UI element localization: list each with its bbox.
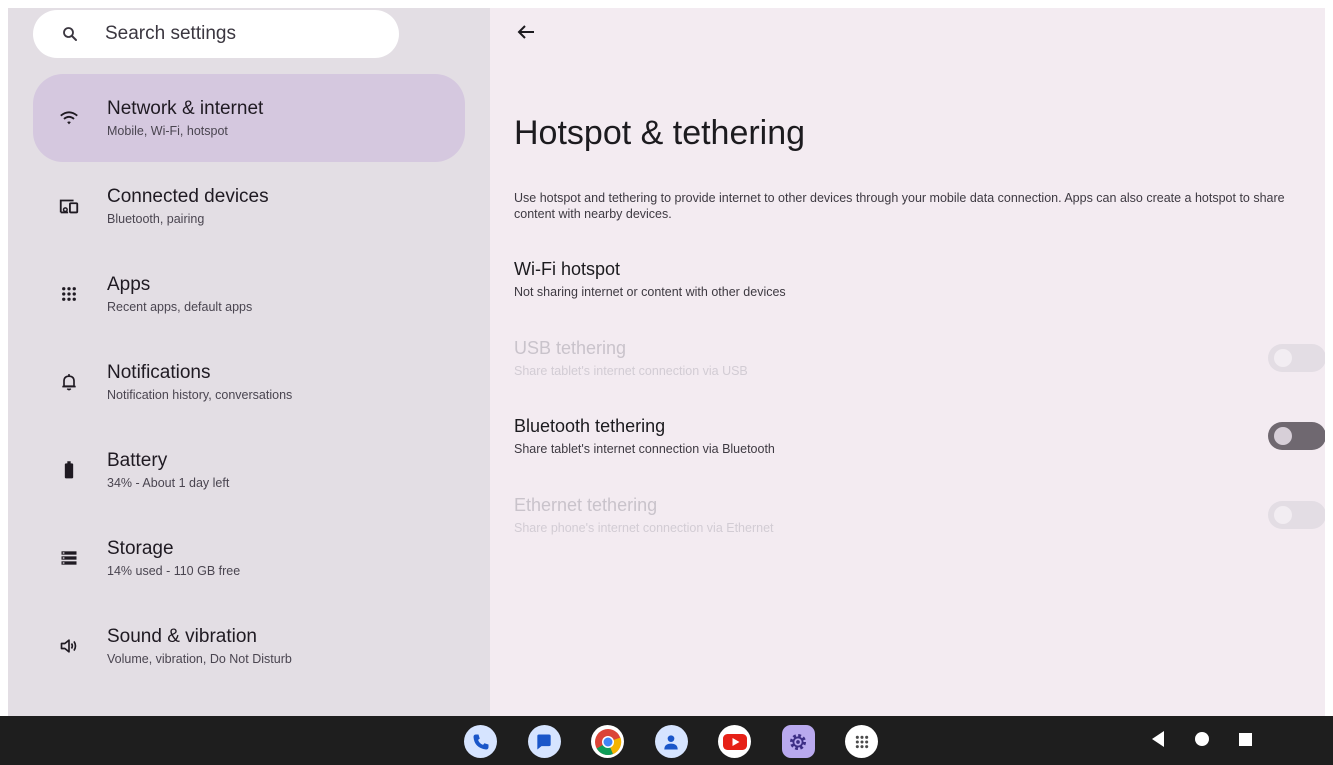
ethernet-tethering-row: Ethernet tethering Share phone's interne…: [514, 493, 1326, 543]
sidebar-item-subtitle: 14% used - 110 GB free: [107, 563, 241, 578]
sidebar-item-notifications[interactable]: Notifications Notification history, conv…: [33, 338, 465, 426]
toggle-knob: [1274, 349, 1292, 367]
row-title: Bluetooth tethering: [514, 416, 666, 436]
recents-square-icon[interactable]: [1238, 732, 1253, 752]
row-subtitle: Share phone's internet connection via Et…: [514, 521, 774, 535]
row-subtitle: Not sharing internet or content with oth…: [514, 285, 786, 299]
sidebar-item-title: Battery: [107, 449, 168, 471]
app-drawer-icon[interactable]: [845, 725, 878, 758]
back-triangle-icon[interactable]: [1150, 730, 1166, 753]
sidebar-item-title: Network & internet: [107, 97, 264, 119]
home-circle-icon[interactable]: [1194, 731, 1210, 752]
sidebar-item-title: Sound & vibration: [107, 625, 257, 647]
youtube-icon[interactable]: [718, 725, 751, 758]
search-icon: [59, 23, 81, 45]
sidebar-item-subtitle: Mobile, Wi-Fi, hotspot: [107, 123, 228, 138]
storage-icon: [58, 547, 80, 569]
sidebar-item-connected-devices[interactable]: Connected devices Bluetooth, pairing: [33, 162, 465, 250]
connected-devices-icon: [58, 195, 80, 217]
sidebar-item-network-internet[interactable]: Network & internet Mobile, Wi-Fi, hotspo…: [33, 74, 465, 162]
usb-tethering-toggle: [1268, 344, 1326, 372]
bluetooth-tethering-row[interactable]: Bluetooth tethering Share tablet's inter…: [514, 414, 1326, 464]
sidebar-item-subtitle: 34% - About 1 day left: [107, 475, 230, 490]
row-subtitle: Share tablet's internet connection via B…: [514, 442, 775, 456]
wifi-hotspot-row[interactable]: Wi-Fi hotspot Not sharing internet or co…: [514, 257, 1314, 307]
search-placeholder: Search settings: [105, 23, 236, 44]
sidebar-item-subtitle: Volume, vibration, Do Not Disturb: [107, 651, 292, 666]
ethernet-tethering-toggle: [1268, 501, 1326, 529]
screen-edge: [1325, 0, 1333, 716]
page-title: Hotspot & tethering: [514, 114, 806, 152]
row-subtitle: Share tablet's internet connection via U…: [514, 364, 748, 378]
sidebar-item-subtitle: Recent apps, default apps: [107, 299, 253, 314]
contacts-icon[interactable]: [654, 725, 688, 758]
row-title: Wi-Fi hotspot: [514, 259, 621, 279]
apps-grid-icon: [58, 283, 80, 305]
sidebar-item-title: Notifications: [107, 361, 211, 383]
messages-icon[interactable]: [527, 725, 561, 758]
page-description: Use hotspot and tethering to provide int…: [514, 191, 1285, 221]
chrome-icon[interactable]: [591, 725, 624, 758]
phone-icon[interactable]: [464, 725, 497, 758]
bluetooth-tethering-toggle[interactable]: [1268, 422, 1326, 450]
bell-icon: [58, 371, 80, 393]
hotspot-tethering-page: Hotspot & tethering Use hotspot and teth…: [490, 8, 1326, 716]
row-title: Ethernet tethering: [514, 495, 658, 515]
sidebar-item-apps[interactable]: Apps Recent apps, default apps: [33, 250, 465, 338]
wifi-icon: [58, 107, 80, 129]
toggle-knob: [1274, 427, 1292, 445]
toggle-knob: [1274, 506, 1292, 524]
search-bar[interactable]: Search settings: [33, 10, 399, 58]
settings-sidebar: Search settings Network & internet Mobil…: [8, 8, 490, 716]
battery-icon: [58, 459, 80, 481]
row-title: USB tethering: [514, 338, 627, 358]
sidebar-item-subtitle: Bluetooth, pairing: [107, 211, 205, 226]
taskbar: [0, 716, 1333, 765]
sidebar-item-title: Connected devices: [107, 185, 269, 207]
system-nav: [1150, 730, 1281, 753]
back-arrow-icon[interactable]: [514, 20, 538, 44]
sidebar-item-storage[interactable]: Storage 14% used - 110 GB free: [33, 514, 465, 602]
settings-icon[interactable]: [781, 725, 815, 758]
sidebar-item-subtitle: Notification history, conversations: [107, 387, 293, 402]
usb-tethering-row: USB tethering Share tablet's internet co…: [514, 336, 1326, 386]
app-dock: [464, 725, 909, 758]
sidebar-item-battery[interactable]: Battery 34% - About 1 day left: [33, 426, 465, 514]
volume-icon: [58, 635, 80, 657]
sidebar-item-title: Apps: [107, 273, 151, 295]
sidebar-item-sound-vibration[interactable]: Sound & vibration Volume, vibration, Do …: [33, 602, 465, 690]
sidebar-item-title: Storage: [107, 537, 174, 559]
